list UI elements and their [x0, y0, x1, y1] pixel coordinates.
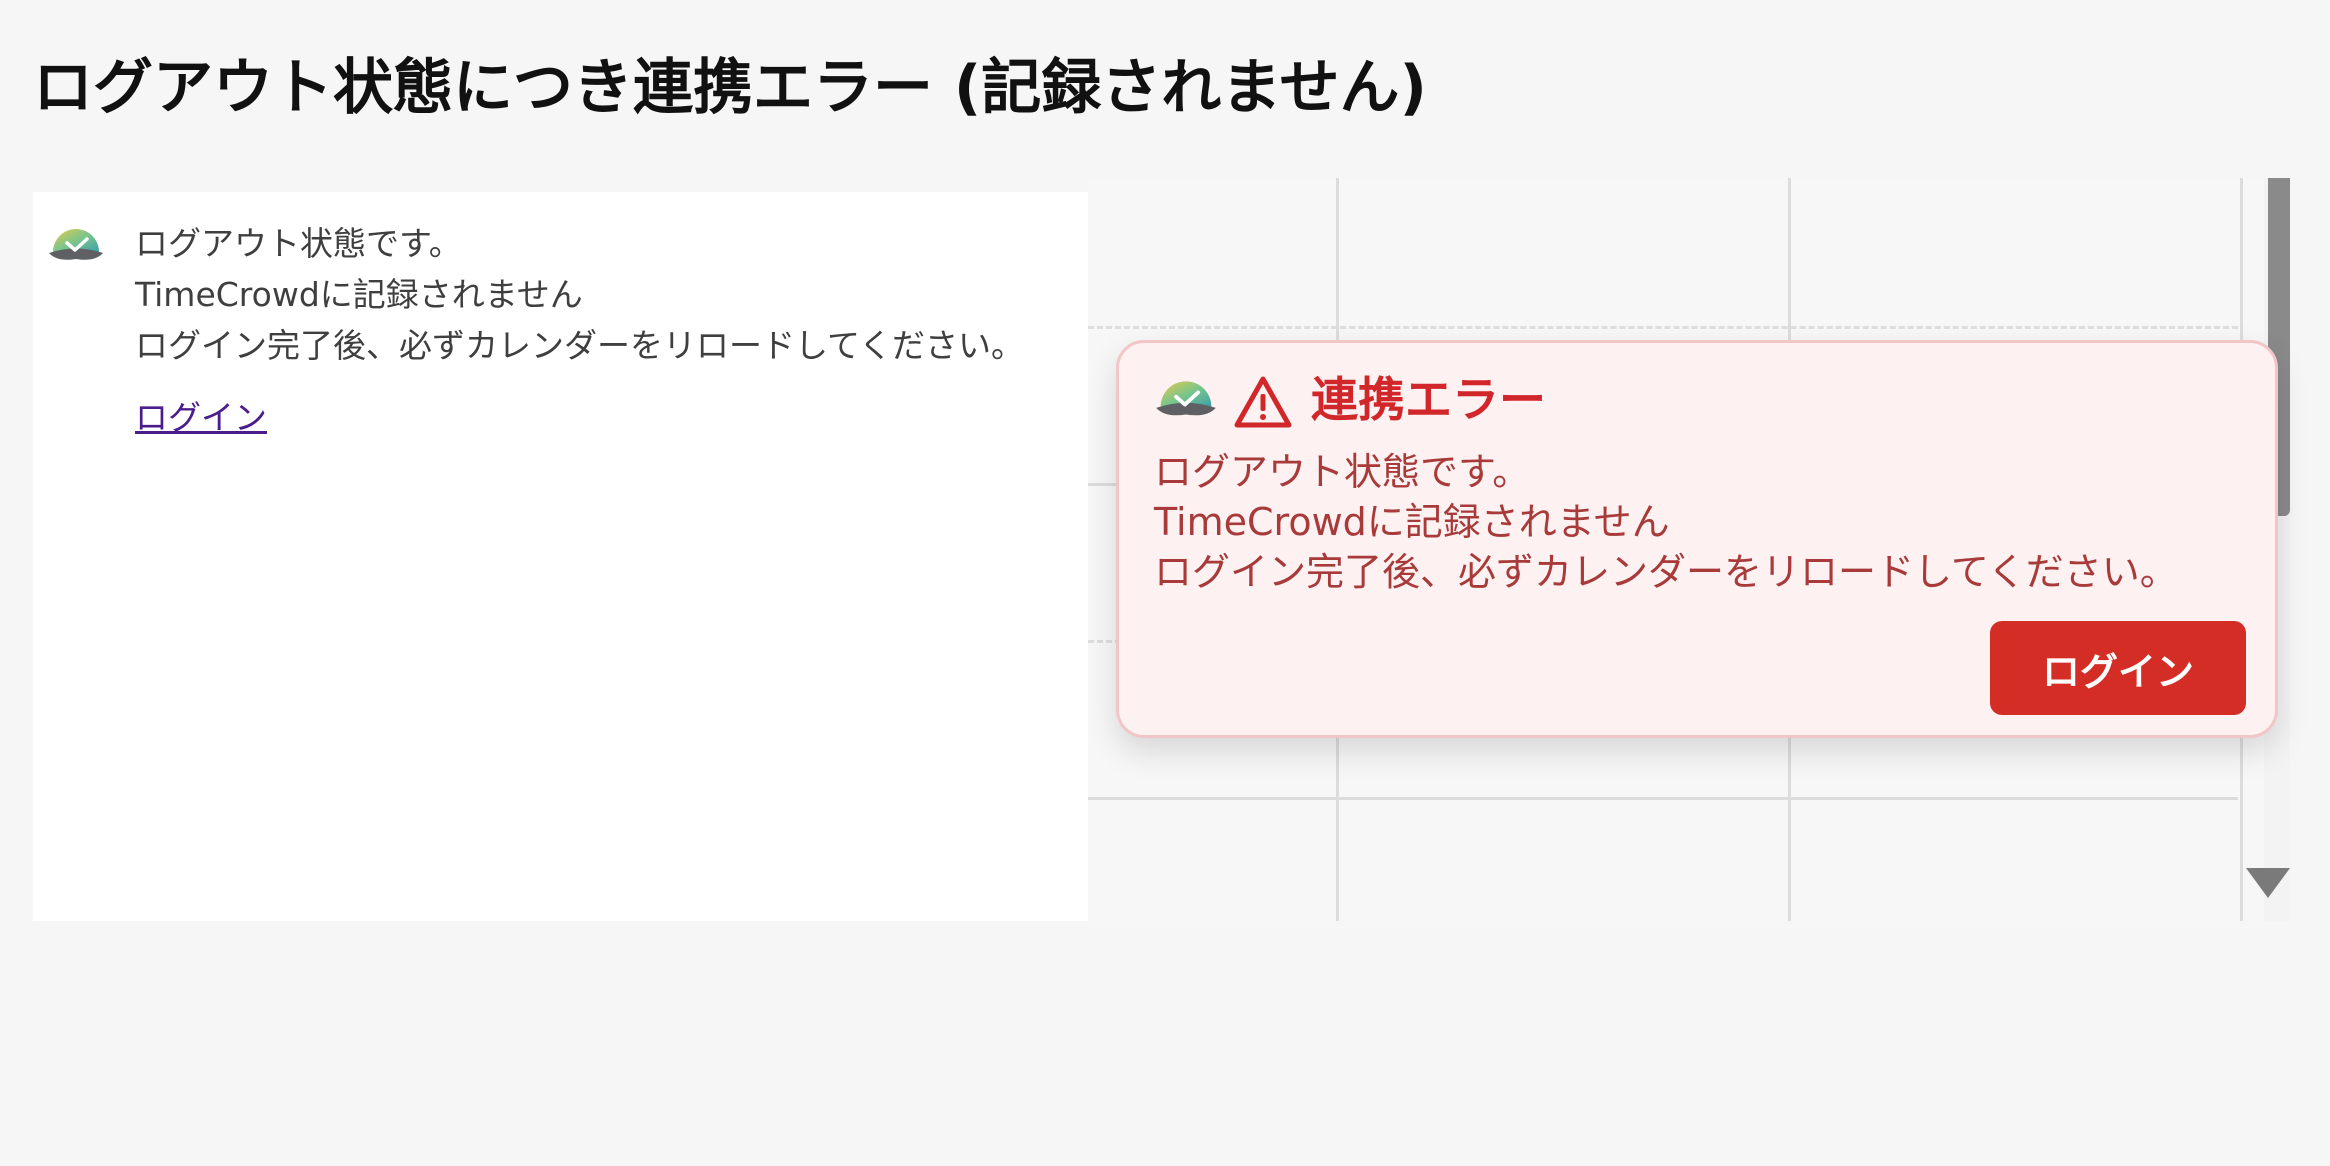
page-title: ログアウト状態につき連携エラー (記録されません) — [33, 53, 1427, 123]
calendar-hour-line — [1088, 797, 2238, 800]
logged-out-notice-panel: ログアウト状態です。 TimeCrowdに記録されません ログイン完了後、必ずカ… — [33, 192, 1088, 921]
timecrowd-logo-icon — [1156, 381, 1216, 416]
error-message-line: ログアウト状態です。 — [1154, 450, 1531, 494]
login-button[interactable]: ログイン — [1990, 621, 2246, 715]
login-link[interactable]: ログイン — [135, 391, 267, 439]
error-title: 連携エラー — [1311, 373, 1546, 428]
error-message: ログアウト状態です。 TimeCrowdに記録されません ログイン完了後、必ずカ… — [1154, 447, 2178, 597]
notice-message: ログアウト状態です。 TimeCrowdに記録されません ログイン完了後、必ずカ… — [135, 218, 1024, 371]
error-message-line: ログイン完了後、必ずカレンダーをリロードしてください。 — [1154, 550, 2178, 594]
notice-line: TimeCrowdに記録されません — [135, 275, 583, 314]
error-message-line: TimeCrowdに記録されません — [1154, 500, 1670, 544]
calendar-half-hour-line — [1088, 326, 2238, 329]
timecrowd-logo-icon — [49, 229, 103, 260]
notice-line: ログイン完了後、必ずカレンダーをリロードしてください。 — [135, 326, 1025, 365]
notice-line: ログアウト状態です。 — [135, 224, 462, 263]
scroll-down-arrow-icon[interactable] — [2246, 868, 2290, 898]
sync-error-card: 連携エラー ログアウト状態です。 TimeCrowdに記録されません ログイン完… — [1116, 340, 2278, 738]
warning-triangle-icon — [1234, 376, 1292, 428]
